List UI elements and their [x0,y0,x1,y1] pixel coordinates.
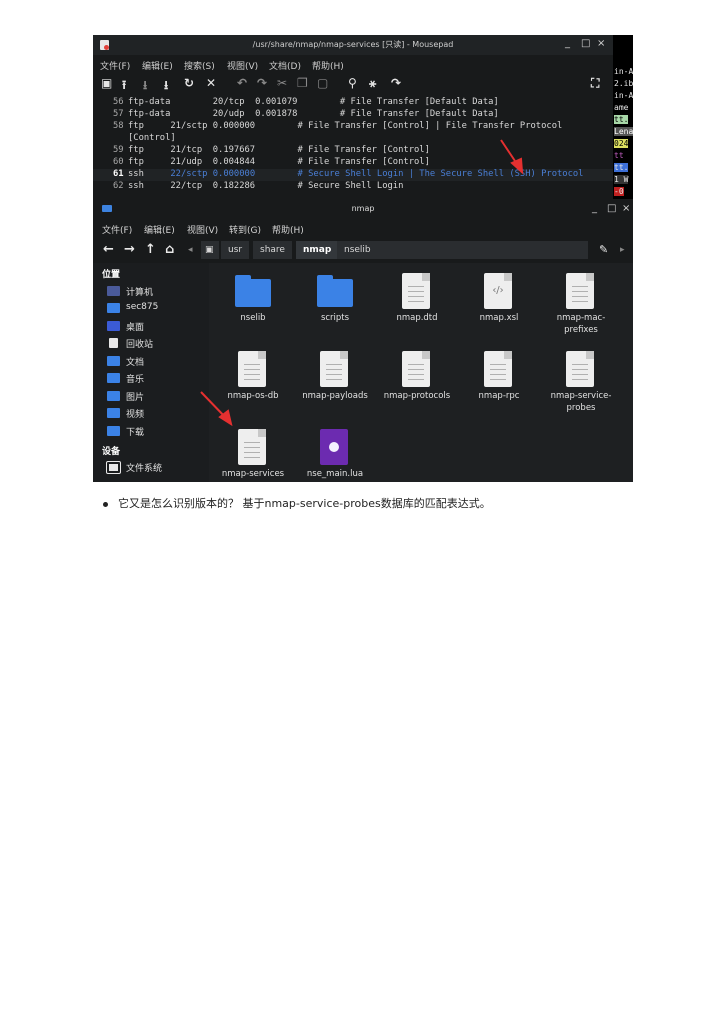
bullet-item: 它又是怎么识别版本的？ 基于nmap-service-probes数据库的匹配表… [103,495,491,511]
arrow-to-ssh-line [500,139,524,175]
bullet-dot [103,501,108,507]
arrow-to-nmap-services [200,391,233,427]
screenshot: /usr/share/nmap/nmap-services [只读] - Mou… [93,35,633,482]
bullet-text: 它又是怎么识别版本的？ 基于nmap-service-probes数据库的匹配表… [118,497,491,510]
annotation-arrows [200,139,524,427]
